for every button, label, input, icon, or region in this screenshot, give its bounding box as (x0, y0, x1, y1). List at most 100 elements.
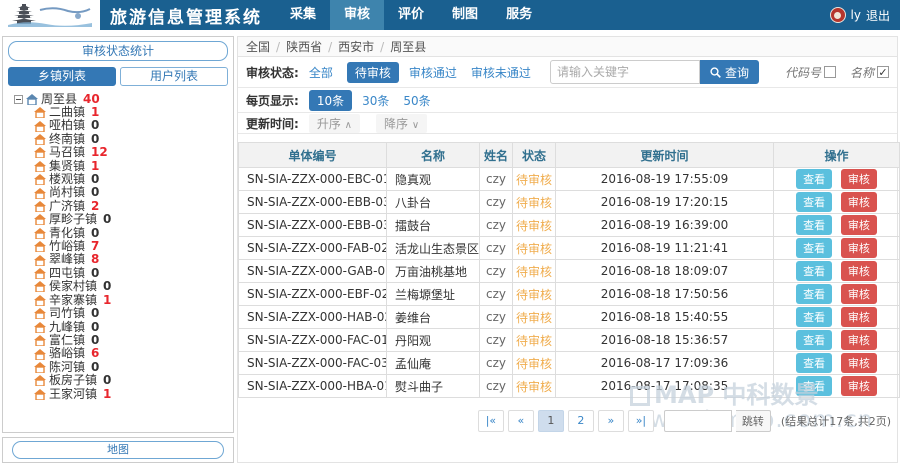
status-option[interactable]: 审核未通过 (471, 64, 531, 81)
view-button[interactable]: 查看 (796, 215, 833, 235)
search-field-option[interactable]: 名称 ✓ (850, 64, 889, 81)
town-item[interactable]: 马召镇 12 (14, 145, 228, 159)
nav-tab[interactable]: 审核 (330, 0, 385, 30)
nav-tab[interactable]: 评价 (384, 0, 438, 30)
town-item[interactable]: 翠峰镇 8 (14, 253, 228, 266)
town-count: 1 (91, 158, 100, 173)
breadcrumb-item[interactable]: 全国 (246, 38, 270, 55)
status-option[interactable]: 审核通过 (409, 64, 457, 81)
town-item[interactable]: 富仁镇 0 (14, 333, 228, 347)
logout-button[interactable]: 退出 (866, 7, 890, 24)
town-item[interactable]: 哑柏镇 0 (14, 118, 228, 132)
town-home-icon (34, 308, 46, 320)
sort-descending-button[interactable]: 降序 ∨ (375, 113, 428, 133)
sidebar-tab[interactable]: 乡镇列表 (8, 67, 116, 86)
town-item[interactable]: 广济镇 2 (14, 199, 228, 213)
town-item[interactable]: 陈河镇 0 (14, 360, 228, 374)
town-item[interactable]: 二曲镇 1 (14, 105, 228, 119)
cell-actions: 查看 审核 (773, 213, 900, 237)
view-button[interactable]: 查看 (796, 330, 833, 350)
tree-root-county[interactable]: 周至县 40 (14, 92, 228, 106)
cell-status: 待审核 (512, 167, 556, 191)
audit-button[interactable]: 审核 (840, 353, 877, 373)
town-item[interactable]: 竹峪镇 7 (14, 239, 228, 253)
sort-ascending-button[interactable]: 升序 ∧ (308, 113, 360, 133)
cell-time: 2016-08-19 17:20:15 (555, 190, 774, 214)
town-count: 0 (91, 185, 100, 200)
audit-button[interactable]: 审核 (840, 376, 877, 396)
view-button[interactable]: 查看 (796, 192, 833, 212)
sidebar-tab[interactable]: 用户列表 (120, 67, 228, 86)
town-item[interactable]: 辛家寨镇 1 (14, 293, 228, 307)
checkbox[interactable]: ✓ (877, 66, 889, 78)
status-option[interactable]: 全部 (309, 64, 333, 81)
town-item[interactable]: 四屯镇 0 (14, 266, 228, 280)
prev-page-button[interactable]: « (507, 410, 534, 432)
search-field-option[interactable]: 代码号 ✓ (785, 64, 836, 81)
page-number-button[interactable]: 1 (537, 410, 564, 432)
col-header-person: 姓名 (479, 142, 513, 168)
town-item[interactable]: 骆峪镇 6 (14, 346, 228, 360)
pagesize-option[interactable]: 50条 (403, 92, 430, 109)
town-item[interactable]: 王家河镇 1 (14, 387, 228, 401)
last-page-button[interactable]: »| (627, 410, 654, 432)
breadcrumb-item[interactable]: 周至县 (374, 38, 426, 55)
view-button[interactable]: 查看 (796, 284, 833, 304)
user-avatar-icon[interactable] (829, 7, 846, 23)
town-item[interactable]: 终南镇 0 (14, 132, 228, 146)
town-item[interactable]: 司竹镇 0 (14, 306, 228, 321)
town-item[interactable]: 侯家村镇 0 (14, 279, 228, 293)
col-header-status: 状态 (512, 142, 556, 168)
view-button[interactable]: 查看 (796, 376, 833, 396)
pagesize-option[interactable]: 30条 (362, 92, 389, 109)
town-item[interactable]: 厚畛子镇 0 (14, 212, 228, 226)
audit-button[interactable]: 审核 (840, 238, 877, 258)
town-count: 1 (91, 105, 100, 119)
audit-button[interactable]: 审核 (840, 330, 877, 350)
status-option[interactable]: 待审核 (346, 61, 399, 83)
town-item[interactable]: 楼观镇 0 (14, 172, 228, 186)
town-count: 0 (91, 225, 100, 240)
audit-button[interactable]: 审核 (840, 261, 877, 281)
audit-button[interactable]: 审核 (840, 192, 877, 212)
goto-page-input[interactable] (663, 410, 732, 432)
view-button[interactable]: 查看 (796, 353, 833, 373)
cell-person: czy (479, 374, 513, 398)
audit-button[interactable]: 审核 (840, 215, 877, 235)
audit-button[interactable]: 审核 (840, 169, 877, 189)
view-button[interactable]: 查看 (796, 307, 833, 327)
page-number-button[interactable]: 2 (567, 410, 594, 432)
goto-page-button[interactable]: 跳转 (735, 410, 771, 432)
collapse-icon[interactable] (14, 94, 23, 104)
cell-person: czy (479, 282, 513, 306)
nav-tab[interactable]: 制图 (438, 0, 492, 30)
pagesize-option[interactable]: 10条 (308, 89, 353, 111)
view-button[interactable]: 查看 (796, 169, 833, 189)
town-item[interactable]: 板房子镇 0 (14, 373, 228, 387)
town-item[interactable]: 青化镇 0 (14, 225, 228, 240)
view-button[interactable]: 查看 (796, 238, 833, 258)
map-button[interactable]: 地图 (12, 441, 224, 459)
breadcrumb-item[interactable]: 西安市 (322, 38, 374, 55)
next-page-button[interactable]: » (597, 410, 624, 432)
view-button[interactable]: 查看 (796, 261, 833, 281)
town-count: 0 (91, 306, 100, 321)
audit-status-stats-button[interactable]: 审核状态统计 (8, 41, 228, 61)
audit-button[interactable]: 审核 (840, 307, 877, 327)
results-summary: (结果总计17条,共2页) (780, 415, 891, 428)
nav-tab[interactable]: 采集 (276, 0, 330, 30)
checkbox-label: 名称 (849, 65, 874, 80)
town-home-icon (34, 174, 46, 186)
checkbox[interactable]: ✓ (823, 66, 836, 78)
cell-status: 待审核 (512, 374, 556, 398)
town-item[interactable]: 尚村镇 0 (14, 186, 228, 199)
town-item[interactable]: 九峰镇 0 (14, 320, 228, 334)
search-input[interactable] (549, 60, 700, 84)
town-item[interactable]: 集贤镇 1 (14, 158, 228, 173)
nav-tab[interactable]: 服务 (492, 0, 546, 30)
breadcrumb-item[interactable]: 陕西省 (270, 38, 322, 55)
search-button[interactable]: 查询 (699, 60, 759, 84)
audit-button[interactable]: 审核 (840, 284, 877, 304)
first-page-button[interactable]: |« (477, 410, 504, 432)
cell-name: 姜维台 (386, 305, 480, 329)
